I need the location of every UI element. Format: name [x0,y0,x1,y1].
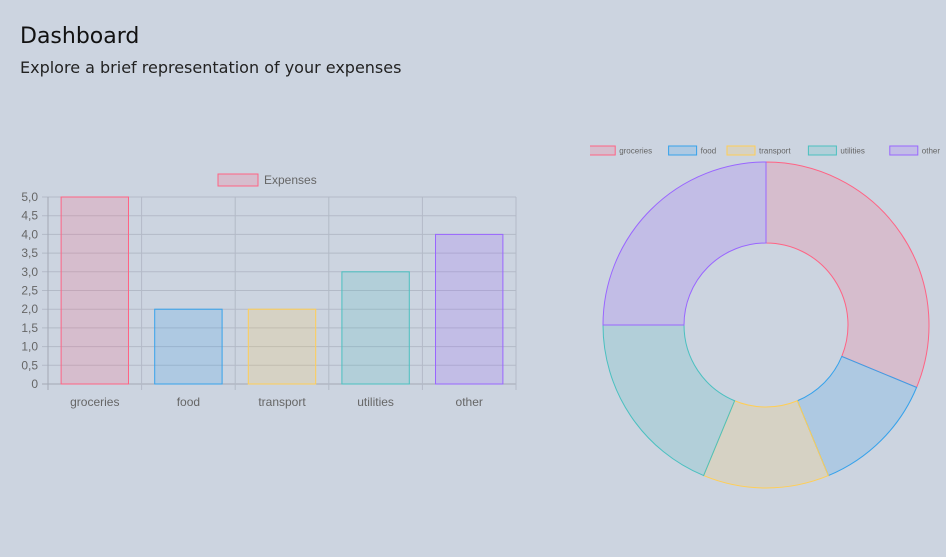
x-tick-label: groceries [70,395,119,409]
legend-swatch [590,145,616,156]
legend-label: other [922,147,941,156]
y-tick-label: 2,5 [21,284,38,298]
legend-swatch [668,145,698,156]
page-title: Dashboard [20,24,140,49]
x-tick-label: other [456,395,483,409]
y-tick-label: 4,0 [21,227,38,241]
donut-legend[interactable]: groceries food transport utilities other [590,145,941,156]
y-tick-label: 0 [31,377,38,391]
x-tick-label: food [177,395,200,409]
legend-label: utilities [840,147,864,156]
y-tick-label: 3,5 [21,246,38,260]
x-tick-label: utilities [357,395,394,409]
y-tick-label: 1,5 [21,321,38,335]
bar-legend[interactable]: Expenses [217,173,317,187]
y-tick-label: 3,0 [21,265,38,279]
legend-swatch [807,145,837,156]
bar-transport[interactable] [247,308,317,385]
legend-swatch [889,145,919,156]
legend-label: transport [759,147,791,156]
y-tick-label: 1,0 [21,340,38,354]
legend-label: food [701,147,717,156]
bar-utilities[interactable] [341,271,410,385]
donut-slices [602,161,930,489]
page-subtitle: Explore a brief representation of your e… [20,58,402,77]
bar-other[interactable] [435,233,504,385]
slice-other[interactable] [602,161,767,326]
y-tick-label: 0,5 [21,358,38,372]
y-tick-label: 5,0 [21,190,38,204]
legend-swatch [217,173,259,187]
legend-swatch [726,145,756,156]
y-tick-label: 4,5 [21,209,38,223]
slice-groceries[interactable] [765,161,930,389]
donut-chart: groceries food transport utilities other [590,145,941,489]
legend-label: Expenses [264,173,317,187]
legend-label: groceries [619,147,652,156]
y-tick-label: 2,0 [21,302,38,316]
bar-groceries[interactable] [60,196,129,385]
bar-food[interactable] [154,308,223,385]
bar-chart: Expenses 0 0,5 1,0 1,5 2,0 2,5 3,0 3,5 4,0 4,5 5,0… [21,173,517,409]
x-tick-label: transport [258,395,306,409]
